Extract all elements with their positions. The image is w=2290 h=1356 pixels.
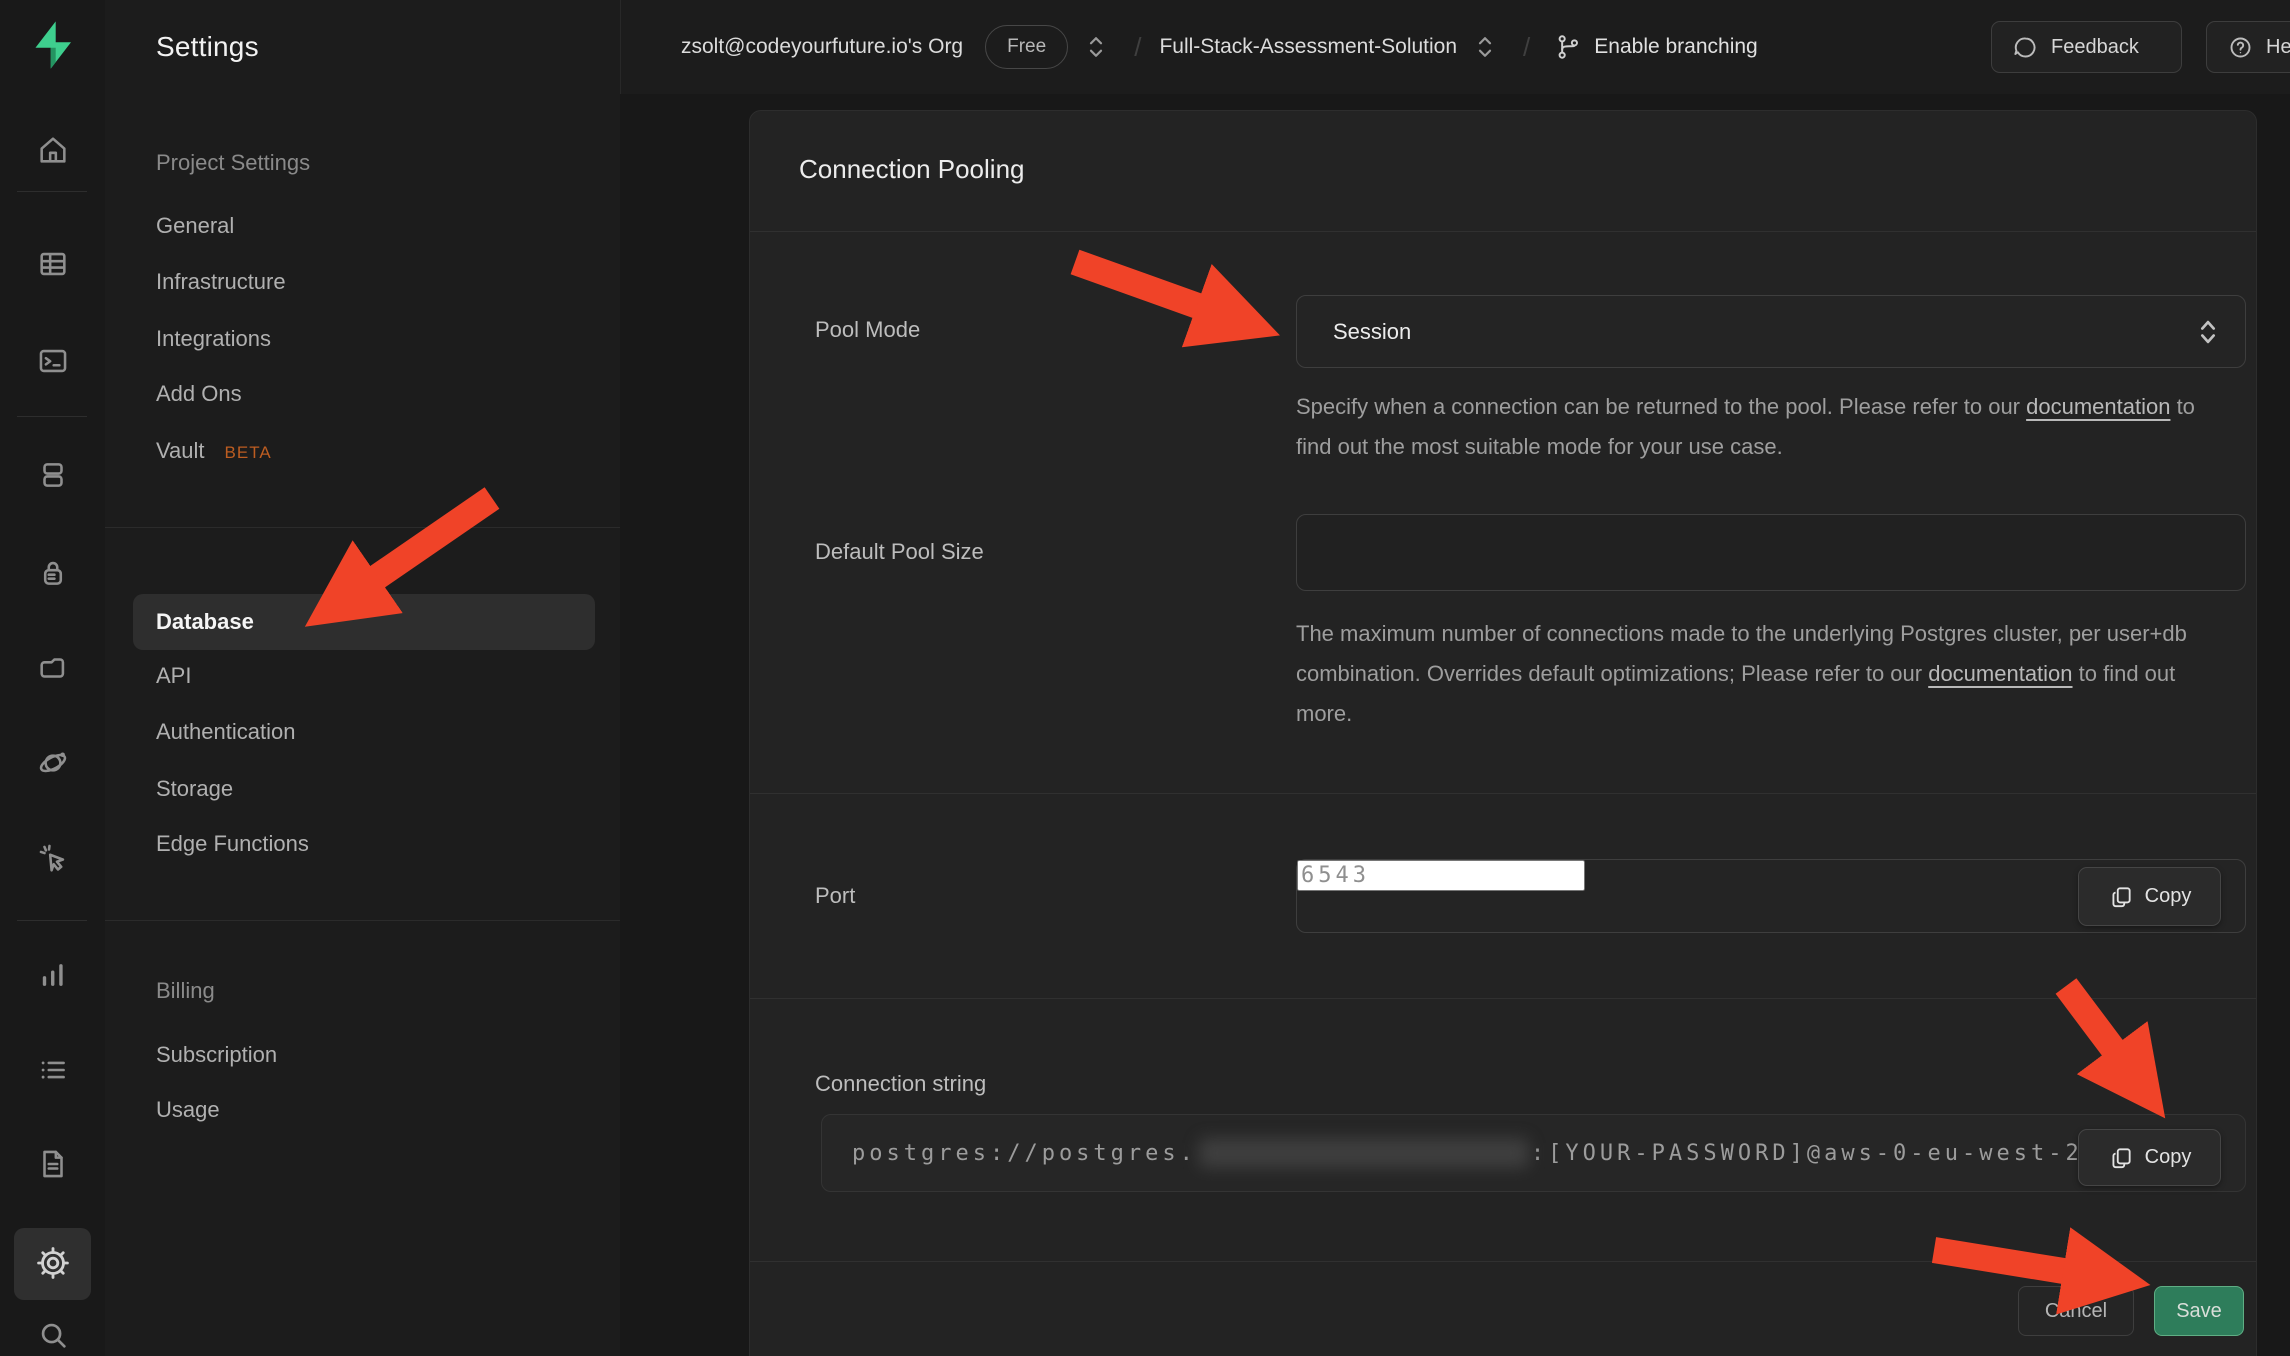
nav-rail — [0, 0, 106, 1356]
port-copy-button[interactable]: Copy — [2078, 867, 2221, 926]
divider — [17, 920, 87, 921]
feedback-label: Feedback — [2051, 36, 2139, 59]
divider — [105, 527, 620, 528]
sidebar-item-edge-functions[interactable]: Edge Functions — [156, 830, 309, 858]
database-icon[interactable] — [0, 458, 105, 492]
default-pool-size-description: The maximum number of connections made t… — [1296, 614, 2211, 734]
divider — [750, 793, 2256, 794]
copy-label: Copy — [2145, 1146, 2192, 1169]
beta-badge: BETA — [225, 443, 272, 462]
enable-branching-button[interactable]: Enable branching — [1554, 33, 1757, 61]
project-switcher-chevron-icon[interactable] — [1473, 32, 1497, 62]
supabase-logo[interactable] — [26, 18, 80, 72]
edge-functions-icon[interactable] — [0, 746, 105, 780]
sidebar-item-database[interactable]: Database — [156, 608, 254, 636]
org-switcher-chevron-icon[interactable] — [1084, 32, 1108, 62]
supabase-settings-page: Settings zsolt@codeyourfuture.io's Org F… — [0, 0, 2290, 1356]
select-chevron-icon — [2195, 315, 2221, 349]
plan-badge: Free — [985, 25, 1068, 69]
sidebar-item-subscription[interactable]: Subscription — [156, 1041, 277, 1069]
divider — [105, 920, 620, 921]
divider — [750, 231, 2256, 232]
default-pool-size-field — [1296, 514, 2246, 591]
storage-icon[interactable] — [0, 651, 105, 685]
feedback-button[interactable]: Feedback — [1991, 21, 2182, 73]
default-pool-size-label: Default Pool Size — [815, 538, 984, 566]
sidebar-section-billing: Billing — [156, 977, 215, 1005]
settings-gear-icon[interactable] — [0, 1246, 105, 1280]
connection-string-copy-button[interactable]: Copy — [2078, 1129, 2221, 1186]
divider — [17, 416, 87, 417]
connection-pooling-panel: Connection Pooling Pool Mode Session Spe… — [749, 110, 2257, 1356]
enable-branching-label: Enable branching — [1594, 35, 1757, 59]
main-content: Connection Pooling Pool Mode Session Spe… — [620, 94, 2290, 1356]
documentation-link[interactable]: documentation — [2026, 394, 2170, 419]
documentation-link[interactable]: documentation — [1928, 661, 2072, 686]
sidebar-item-storage[interactable]: Storage — [156, 775, 233, 803]
breadcrumb: zsolt@codeyourfuture.io's Org Free / Ful… — [681, 0, 1758, 94]
copy-label: Copy — [2145, 885, 2192, 908]
home-icon[interactable] — [0, 133, 105, 167]
project-name[interactable]: Full-Stack-Assessment-Solution — [1159, 35, 1457, 59]
port-label: Port — [815, 882, 855, 910]
api-docs-icon[interactable] — [0, 1147, 105, 1181]
panel-title: Connection Pooling — [799, 151, 1025, 187]
redacted-segment — [1199, 1138, 1529, 1168]
sidebar-item-add-ons[interactable]: Add Ons — [156, 380, 242, 408]
breadcrumb-separator: / — [1134, 32, 1141, 63]
cancel-button[interactable]: Cancel — [2018, 1286, 2134, 1336]
port-input[interactable] — [1297, 860, 1585, 891]
pool-mode-label: Pool Mode — [815, 316, 920, 344]
reports-icon[interactable] — [0, 958, 105, 992]
logs-icon[interactable] — [0, 1053, 105, 1087]
breadcrumb-separator: / — [1523, 32, 1530, 63]
divider — [17, 191, 87, 192]
sidebar-item-infrastructure[interactable]: Infrastructure — [156, 268, 286, 296]
pool-mode-select[interactable]: Session — [1296, 295, 2246, 368]
authentication-lock-icon[interactable] — [0, 556, 105, 590]
divider — [750, 1261, 2256, 1262]
save-button[interactable]: Save — [2154, 1286, 2244, 1336]
sidebar-item-general[interactable]: General — [156, 212, 234, 240]
connection-string-value: postgres://postgres.:[YOUR-PASSWORD]@aws… — [852, 1138, 2100, 1168]
sidebar-item-vault[interactable]: VaultBETA — [156, 437, 272, 467]
org-name[interactable]: zsolt@codeyourfuture.io's Org — [681, 35, 963, 59]
pool-mode-value: Session — [1333, 319, 2195, 345]
table-editor-icon[interactable] — [0, 247, 105, 281]
sidebar-section-project-settings: Project Settings — [156, 149, 310, 177]
settings-sidebar: Project Settings General Infrastructure … — [105, 94, 621, 1356]
sidebar-item-integrations[interactable]: Integrations — [156, 325, 271, 353]
sidebar-item-authentication[interactable]: Authentication — [156, 718, 295, 746]
advisors-cursor-icon[interactable] — [0, 842, 105, 876]
connection-string-field[interactable]: postgres://postgres.:[YOUR-PASSWORD]@aws… — [821, 1114, 2246, 1192]
sidebar-item-usage[interactable]: Usage — [156, 1096, 220, 1124]
divider — [750, 998, 2256, 999]
connection-string-label: Connection string — [815, 1070, 986, 1098]
page-title: Settings — [156, 0, 259, 94]
help-label: Help — [2266, 36, 2290, 59]
search-icon[interactable] — [0, 1318, 105, 1352]
divider — [620, 0, 621, 94]
sidebar-item-api[interactable]: API — [156, 662, 191, 690]
top-bar: Settings zsolt@codeyourfuture.io's Org F… — [105, 0, 2290, 95]
sql-editor-icon[interactable] — [0, 344, 105, 378]
pool-mode-description: Specify when a connection can be returne… — [1296, 387, 2211, 467]
default-pool-size-input[interactable] — [1297, 515, 2245, 590]
help-button[interactable]: Help — [2206, 21, 2290, 73]
